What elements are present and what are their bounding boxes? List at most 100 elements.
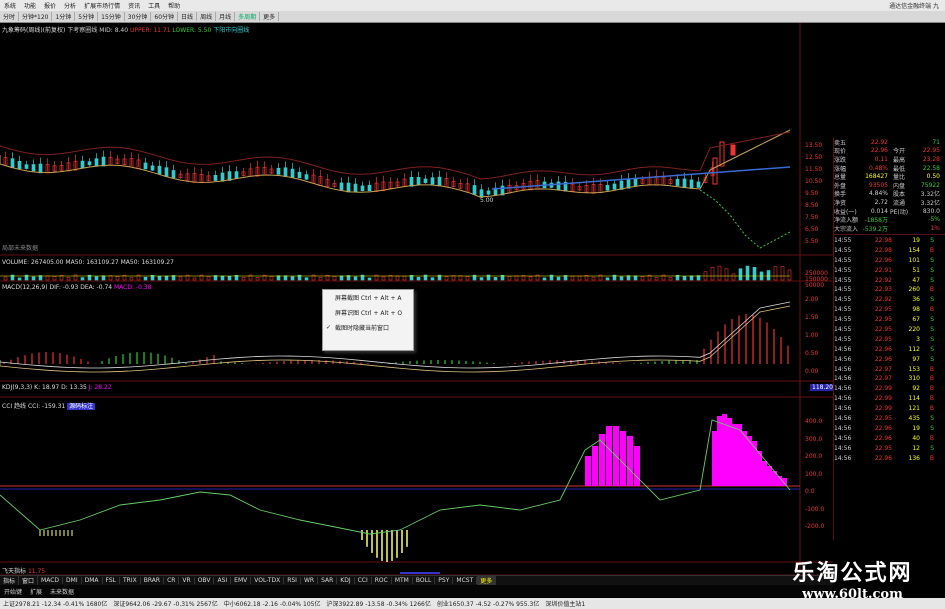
volume-bar bbox=[45, 275, 50, 281]
tick-time: 14:55 bbox=[834, 246, 852, 254]
indicator-tab[interactable]: DMI bbox=[63, 577, 82, 584]
quote-row: 收益(一) 0.014 PE(动) 830.0 bbox=[834, 207, 945, 216]
indicator-tab[interactable]: 更多 bbox=[477, 576, 497, 585]
tick-time: 14:56 bbox=[834, 355, 852, 363]
axis-tick-label: 13.50 bbox=[805, 142, 823, 149]
indicator-tab[interactable]: ROC bbox=[372, 577, 392, 584]
quote-value: 22.92 bbox=[870, 138, 888, 146]
indicator-tab[interactable]: KDJ bbox=[337, 577, 355, 584]
indicator-tab[interactable]: SAR bbox=[318, 577, 338, 584]
watermark: 乐淘公式网 www.60lt.com bbox=[760, 555, 945, 602]
quote-value-right: 0.50 bbox=[926, 173, 940, 181]
tick-time: 14:56 bbox=[834, 385, 852, 393]
indicator-tab[interactable]: RSI bbox=[284, 577, 301, 584]
trading-app-window: { "menu": { "items": ["系统","功能","报价","分析… bbox=[0, 0, 945, 609]
volume-bar bbox=[157, 275, 162, 281]
tick-price: 22.95 bbox=[874, 316, 892, 324]
tick-time: 14:55 bbox=[834, 256, 852, 264]
indicator-tabs: 指标 窗口 MACD DMI DMA FSL TRIX BRAR CR VR OBV ASI EMV VO… bbox=[0, 575, 833, 585]
indicator-tab[interactable]: ASI bbox=[214, 577, 232, 584]
quote-row: 卖五 22.92 71 bbox=[834, 138, 945, 147]
volume-bar bbox=[367, 277, 372, 281]
candle-body bbox=[556, 181, 561, 191]
indicator-tab[interactable]: EMV bbox=[231, 577, 252, 584]
volume-bar bbox=[619, 276, 624, 281]
substrip-future[interactable]: 未来数据 bbox=[46, 587, 78, 596]
volume-bar bbox=[206, 276, 211, 281]
volume-bar bbox=[766, 270, 771, 281]
menu-item-screenshot[interactable]: 屏幕截图 Ctrl + Alt + A bbox=[323, 290, 413, 305]
substrip-start[interactable]: 开始键 bbox=[0, 587, 26, 596]
watermark-title: 乐淘公式网 bbox=[792, 560, 913, 586]
volume-bar bbox=[780, 266, 785, 281]
indicator-tab[interactable]: CCI bbox=[355, 577, 372, 584]
volume-bar bbox=[605, 277, 610, 281]
volume-bar bbox=[227, 275, 232, 281]
volume-bar bbox=[283, 275, 288, 281]
tick-side: S bbox=[930, 236, 934, 244]
tick-row: 14:55 22.98 19 S bbox=[834, 236, 945, 246]
tick-price: 22.95 bbox=[874, 306, 892, 314]
indicator-tab[interactable]: TRIX bbox=[120, 577, 141, 584]
substrip-ext[interactable]: 扩展 bbox=[26, 587, 46, 596]
candle-body bbox=[297, 171, 302, 179]
tick-time: 14:56 bbox=[834, 454, 852, 462]
tick-volume: 36 bbox=[912, 296, 920, 304]
indicator-tab[interactable]: BRAR bbox=[141, 577, 165, 584]
indicator-tab[interactable]: PSY bbox=[435, 577, 454, 584]
volume-bar bbox=[381, 276, 386, 281]
quote-value: 2.72 bbox=[874, 198, 888, 206]
checkmark-icon: ✓ bbox=[326, 324, 332, 331]
volume-bar bbox=[591, 276, 596, 281]
tick-side: S bbox=[930, 256, 934, 264]
tick-time: 14:56 bbox=[834, 424, 852, 432]
indicator-tab[interactable]: FSL bbox=[103, 577, 121, 584]
tick-time: 14:55 bbox=[834, 296, 852, 304]
tick-volume: 12 bbox=[912, 444, 920, 452]
tick-side: B bbox=[929, 246, 934, 254]
tick-side: B bbox=[929, 286, 934, 294]
tick-volume: 310 bbox=[908, 375, 920, 383]
indicator-tab[interactable]: VOL-TDX bbox=[251, 577, 285, 584]
menu-item-hide-window[interactable]: ✓ 截图时隐藏当前窗口 bbox=[323, 320, 413, 335]
indicator-tab[interactable]: 指标 bbox=[0, 576, 20, 585]
indicator-tab[interactable]: MCST bbox=[453, 577, 478, 584]
candle-body bbox=[164, 167, 169, 178]
axis-tick-label: 0.50 bbox=[805, 350, 819, 357]
tick-volume: 19 bbox=[912, 424, 920, 432]
indicator-tab[interactable]: OBV bbox=[195, 577, 215, 584]
cci-bar bbox=[606, 426, 612, 486]
tick-time: 14:56 bbox=[834, 365, 852, 373]
candle-body bbox=[101, 156, 106, 167]
quote-value-right: 75922 bbox=[920, 181, 940, 189]
indicator-tab[interactable]: BOLL bbox=[413, 577, 436, 584]
volume-bar bbox=[738, 268, 743, 281]
indicator-tab[interactable]: MTM bbox=[392, 577, 413, 584]
candle-body bbox=[353, 183, 358, 193]
menu-item-ocr[interactable]: 屏幕识图 Ctrl + Alt + O bbox=[323, 305, 413, 320]
tick-time: 14:55 bbox=[834, 306, 852, 314]
tick-price: 22.96 bbox=[874, 424, 892, 432]
tick-row: 14:56 22.96 19 S bbox=[834, 423, 945, 433]
tick-row: 14:55 22.95 98 B bbox=[834, 305, 945, 315]
axis-tick-label: -200.0 bbox=[805, 523, 825, 530]
indicator-tab[interactable]: WR bbox=[301, 577, 319, 584]
context-menu: 屏幕截图 Ctrl + Alt + A 屏幕识图 Ctrl + Alt + O … bbox=[322, 289, 414, 351]
tick-price: 22.96 bbox=[874, 355, 892, 363]
cci-bar bbox=[585, 456, 591, 486]
candle-body bbox=[17, 160, 22, 170]
tick-price: 22.96 bbox=[874, 256, 892, 264]
candle-body bbox=[234, 171, 239, 179]
indicator-tab[interactable]: CR bbox=[164, 577, 180, 584]
tick-time: 14:56 bbox=[834, 415, 852, 422]
axis-tick-label: 200.0 bbox=[805, 453, 823, 460]
volume-bar bbox=[80, 277, 85, 281]
candle-body bbox=[409, 176, 414, 187]
indicator-tab[interactable]: 窗口 bbox=[19, 576, 39, 585]
tick-time: 14:56 bbox=[834, 434, 852, 442]
indicator-tab[interactable]: VR bbox=[179, 577, 195, 584]
indicator-tab[interactable]: MACD bbox=[38, 577, 64, 584]
indicator-tab[interactable]: DMA bbox=[82, 577, 103, 584]
candle-body bbox=[437, 176, 442, 187]
quote-value: 0.11 bbox=[874, 155, 888, 163]
